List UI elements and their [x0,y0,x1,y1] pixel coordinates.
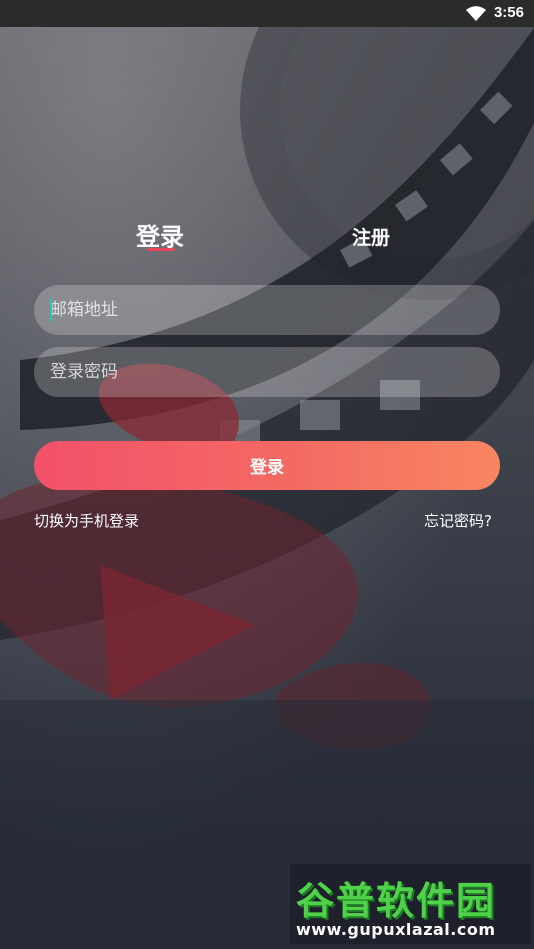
watermark: 谷普软件园 www.gupuxlazal.com [290,864,531,944]
password-input[interactable] [34,347,500,397]
switch-phone-login-link[interactable]: 切换为手机登录 [34,510,139,531]
tab-login-indicator [147,248,175,251]
watermark-url: www.gupuxlazal.com [296,920,496,939]
tab-register[interactable]: 注册 [352,223,390,250]
email-input[interactable] [34,285,500,335]
forgot-password-link[interactable]: 忘记密码? [424,510,492,531]
login-button[interactable]: 登录 [34,441,500,490]
login-screen: 3:56 登录 注册 登录 切换为手机登录 忘记密码? 谷普软件园 www.gu… [0,0,534,949]
email-field [34,285,500,335]
tab-login[interactable]: 登录 [136,217,184,252]
text-cursor [50,299,52,321]
watermark-logo: 谷普软件园 [296,879,497,923]
password-field [34,347,500,397]
auth-tabs: 登录 注册 [0,215,534,255]
status-bar: 3:56 [0,0,534,27]
wifi-icon [466,6,486,21]
status-time: 3:56 [493,4,524,21]
